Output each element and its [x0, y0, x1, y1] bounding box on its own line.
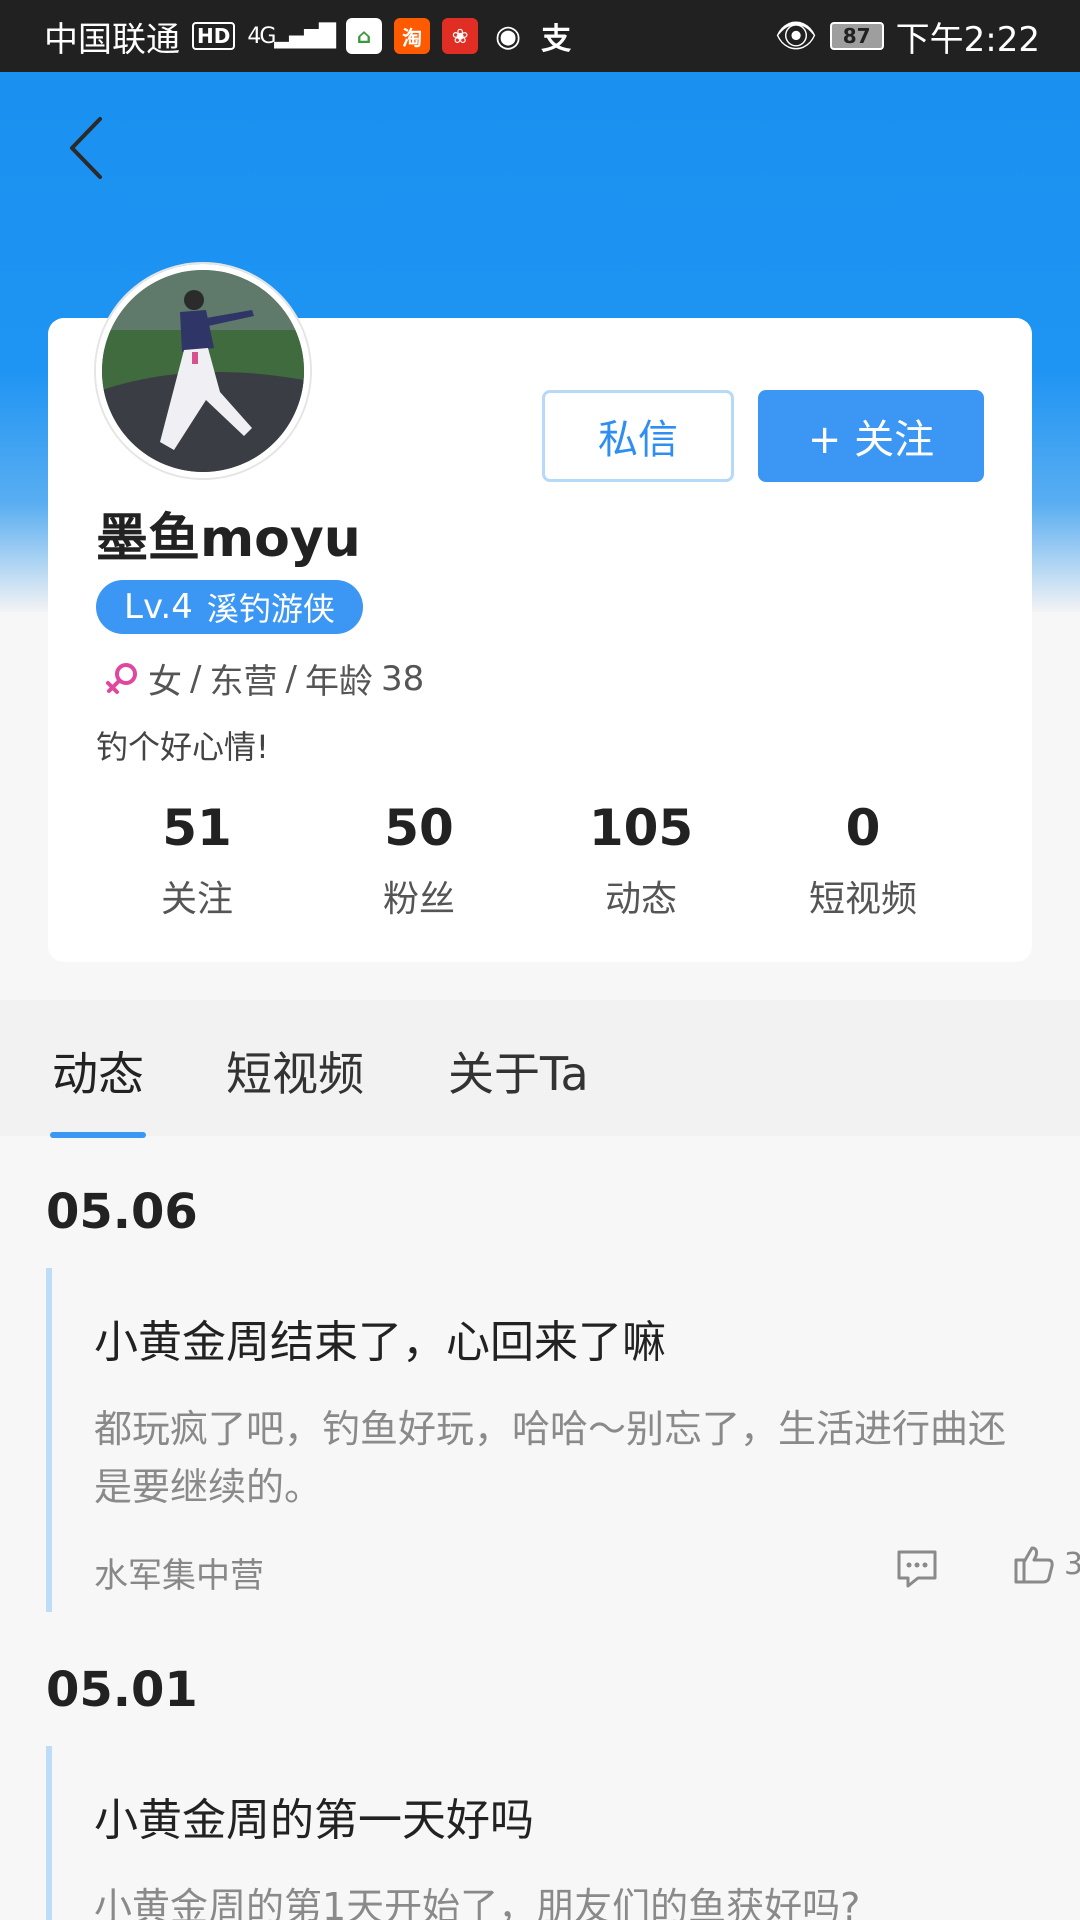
level-title: 溪钓游侠	[206, 590, 335, 628]
wechat-app-icon: ◉	[494, 18, 522, 54]
date-heading: 05.01	[46, 1662, 198, 1718]
stat-posts[interactable]: 105 动态	[530, 796, 752, 922]
stat-fans[interactable]: 50 粉丝	[308, 796, 530, 922]
anjuke-app-icon: ⌂	[346, 18, 383, 54]
meta-separator: /	[285, 658, 297, 699]
gender-label: 女	[148, 662, 182, 702]
like-button[interactable]: 3	[1012, 1542, 1080, 1586]
bio: 钓个好心情!	[96, 728, 269, 766]
status-left: 中国联通 HD 4G▂▄▆█ ⌂ 淘 ❀ ◉ 支	[44, 12, 574, 61]
stat-label: 粉丝	[382, 879, 455, 920]
pinduoduo-app-icon: ❀	[442, 18, 479, 54]
stat-value: 105	[588, 799, 694, 857]
status-bar: 中国联通 HD 4G▂▄▆█ ⌂ 淘 ❀ ◉ 支 👁 87 下午2:22	[0, 0, 1080, 72]
tab-short-videos[interactable]: 短视频	[226, 1038, 364, 1104]
alipay-app-icon: 支	[541, 22, 572, 57]
tab-about[interactable]: 关于Ta	[448, 1038, 589, 1104]
thumbs-up-icon	[1014, 1546, 1054, 1584]
status-right: 👁 87 下午2:22	[774, 12, 1040, 61]
post-body: 都玩疯了吧，钓鱼好玩，哈哈～别忘了，生活进行曲还是要继续的。	[94, 1407, 1007, 1509]
level-badge: Lv.4 溪钓游侠	[96, 580, 363, 634]
level-label: Lv.4	[124, 587, 193, 627]
age-label: 年龄	[304, 662, 373, 702]
stat-label: 动态	[604, 879, 677, 920]
avatar-photo	[102, 270, 304, 472]
username: 墨鱼moyu	[96, 509, 361, 569]
profile-page: 中国联通 HD 4G▂▄▆█ ⌂ 淘 ❀ ◉ 支 👁 87 下午2:22 私信 …	[0, 0, 1080, 1920]
eye-icon: 👁	[774, 16, 818, 56]
comment-icon	[897, 1550, 937, 1588]
profile-tabs: 动态 短视频 关于Ta	[0, 1000, 1080, 1136]
stat-following[interactable]: 51 关注	[86, 796, 308, 922]
profile-actions: 私信 + 关注	[542, 390, 984, 482]
hd-icon: HD	[192, 22, 236, 50]
post-body: 小黄金周的第1天开始了，朋友们的鱼获好吗?	[94, 1885, 861, 1920]
date-label: 05.06	[46, 1184, 198, 1240]
follow-button[interactable]: + 关注	[758, 390, 984, 482]
tab-posts[interactable]: 动态	[52, 1038, 144, 1104]
comment-button[interactable]	[894, 1546, 940, 1592]
message-button[interactable]: 私信	[542, 390, 734, 482]
carrier-label: 中国联通	[44, 19, 180, 60]
chevron-left-icon	[70, 117, 102, 179]
stat-value: 51	[162, 799, 232, 857]
signal-icon: 4G▂▄▆█	[247, 23, 336, 49]
clock: 下午2:22	[895, 19, 1040, 60]
stat-value: 0	[845, 799, 881, 857]
stat-label: 关注	[160, 879, 233, 920]
stat-short-videos[interactable]: 0 短视频	[752, 796, 974, 922]
network-type-label: 4G	[247, 23, 276, 49]
date-label: 05.01	[46, 1662, 198, 1718]
city-label: 东营	[209, 662, 278, 702]
meta-separator: /	[190, 658, 202, 699]
profile-meta: 女 / 东营 / 年龄 38	[104, 654, 424, 703]
post-title: 小黄金周结束了，心回来了嘛	[94, 1317, 666, 1368]
post-footer: 水军集中营 3	[94, 1532, 1080, 1612]
profile-stats: 51 关注 50 粉丝 105 动态 0 短视频	[96, 796, 984, 922]
post-group-link[interactable]: 水军集中营	[94, 1548, 264, 1597]
stat-value: 50	[384, 799, 454, 857]
avatar[interactable]	[96, 264, 310, 478]
age-value: 38	[380, 658, 425, 699]
stat-label: 短视频	[808, 879, 917, 920]
like-count: 3	[1064, 1546, 1080, 1582]
battery-icon: 87	[829, 22, 884, 50]
back-button[interactable]	[56, 108, 116, 188]
date-heading: 05.06	[46, 1184, 198, 1240]
female-icon	[106, 662, 137, 694]
post-title: 小黄金周的第一天好吗	[94, 1795, 534, 1846]
post-card[interactable]: 小黄金周结束了，心回来了嘛 都玩疯了吧，钓鱼好玩，哈哈～别忘了，生活进行曲还是要…	[46, 1268, 1080, 1612]
active-tab-indicator	[50, 1132, 146, 1138]
taobao-app-icon: 淘	[394, 18, 431, 54]
post-card[interactable]: 小黄金周的第一天好吗 小黄金周的第1天开始了，朋友们的鱼获好吗?	[46, 1746, 1036, 1920]
